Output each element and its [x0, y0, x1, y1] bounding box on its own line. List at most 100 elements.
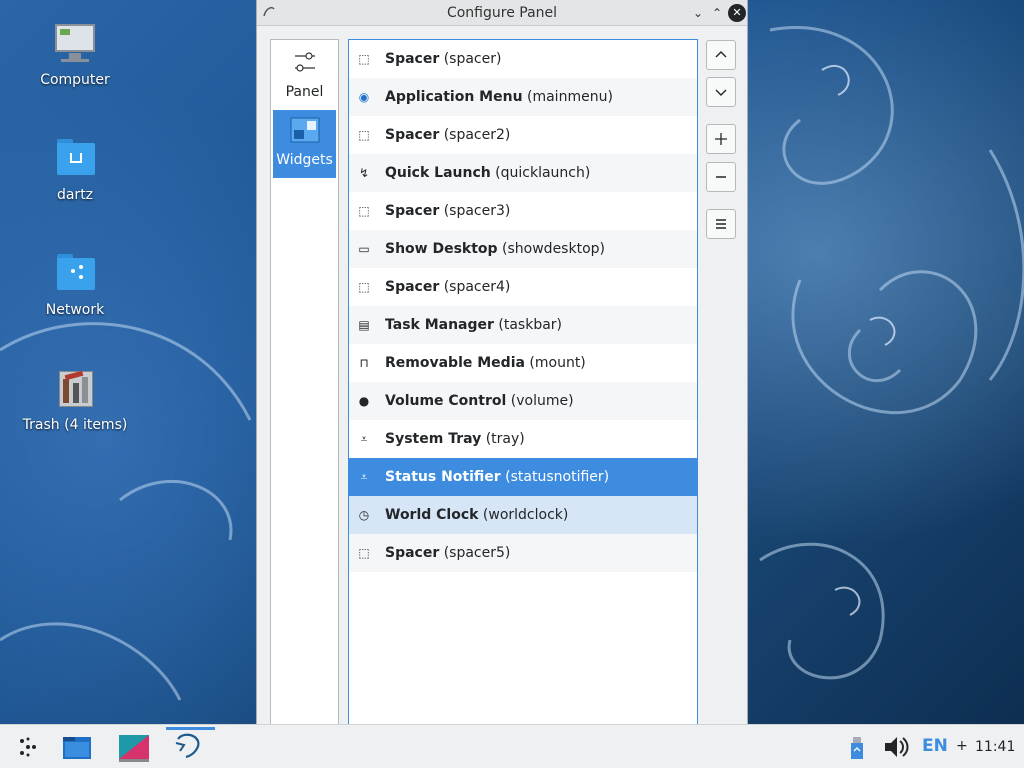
configure-panel-dialog: Configure Panel ⌄ ⌃ ✕ Panel Widgets ⬚ Spa… [256, 0, 748, 724]
sidebar-item-label: Widgets [276, 152, 333, 168]
kde-app-launcher[interactable] [117, 731, 151, 763]
active-task-indicator [166, 727, 215, 730]
widget-id: (spacer5) [443, 545, 511, 561]
widget-id: (quicklaunch) [495, 165, 591, 181]
desktop-icon-label: Network [45, 302, 105, 318]
widget-row[interactable]: ⬚ Spacer (spacer) [349, 40, 697, 78]
widget-id: (statusnotifier) [505, 469, 610, 485]
folder-icon [63, 737, 91, 759]
application-menu-icon [20, 737, 36, 757]
widget-name: Status Notifier [385, 469, 501, 485]
task-manager-icon: ▤ [358, 318, 370, 332]
widget-row[interactable]: ⬚ Spacer (spacer2) [349, 116, 697, 154]
close-button[interactable]: ✕ [728, 4, 746, 22]
desktop-icon-trash[interactable]: Trash (4 items) [15, 367, 135, 433]
widget-name: Quick Launch [385, 165, 491, 181]
taskbar: EN + 11:41 [0, 724, 1024, 768]
desktop-icon-network[interactable]: Network [15, 252, 135, 318]
desktop-icon-home[interactable]: dartz [15, 137, 135, 203]
widget-row[interactable]: ● Volume Control (volume) [349, 382, 697, 420]
widgets-icon [290, 117, 319, 143]
application-menu-icon: ◉ [358, 90, 370, 104]
widget-name: Application Menu [385, 89, 523, 105]
widget-list[interactable]: ⬚ Spacer (spacer) ◉ Application Menu (mainm… [348, 39, 698, 724]
configure-panel-task-icon [175, 733, 200, 759]
quick-launch-icon: ↯ [358, 166, 370, 180]
keyboard-layout-indicator[interactable]: EN [922, 736, 948, 756]
show-desktop-icon: ▭ [358, 242, 370, 256]
home-folder-icon [51, 137, 99, 181]
widget-name: Spacer [385, 51, 440, 67]
computer-icon [51, 22, 99, 66]
desktop-icon-label: Trash (4 items) [22, 417, 128, 433]
widget-name: World Clock [385, 507, 479, 523]
panel-settings-icon [294, 52, 315, 72]
removable-media-tray[interactable] [848, 731, 868, 763]
minimize-button[interactable]: ⌄ [689, 4, 707, 22]
widget-row[interactable]: ⬚ Spacer (spacer4) [349, 268, 697, 306]
application-menu-button[interactable] [14, 731, 42, 763]
widget-name: Spacer [385, 203, 440, 219]
widget-name: Task Manager [385, 317, 494, 333]
desktop-icon-label: Computer [40, 72, 110, 88]
spacer-icon: ⬚ [358, 546, 370, 560]
sidebar-item-panel[interactable]: Panel [271, 40, 338, 108]
widget-id: (spacer4) [443, 279, 511, 295]
trash-icon [51, 367, 99, 411]
widget-row[interactable]: ▤ Task Manager (taskbar) [349, 306, 697, 344]
widget-id: (spacer3) [443, 203, 511, 219]
widget-id: (taskbar) [498, 317, 563, 333]
move-up-button[interactable] [706, 40, 736, 70]
widget-id: (mainmenu) [527, 89, 613, 105]
status-notifier-icon: ⩡ [360, 470, 368, 484]
widget-id: (showdesktop) [502, 241, 605, 257]
widget-row[interactable]: ◉ Application Menu (mainmenu) [349, 78, 697, 116]
maximize-button[interactable]: ⌃ [708, 4, 726, 22]
window-title: Configure Panel [446, 5, 558, 21]
spacer-icon: ⬚ [358, 52, 370, 66]
volume-control-icon: ● [358, 394, 370, 408]
volume-tray[interactable] [882, 731, 910, 763]
desktop-icon-computer[interactable]: Computer [15, 22, 135, 88]
widget-row[interactable]: ⊓ Removable Media (mount) [349, 344, 697, 382]
window-titlebar[interactable]: Configure Panel ⌄ ⌃ ✕ [257, 0, 747, 26]
widget-id: (spacer) [443, 51, 502, 67]
move-down-button[interactable] [706, 77, 736, 107]
clock[interactable]: 11:41 [975, 739, 1015, 755]
widget-id: (mount) [529, 355, 586, 371]
widget-name: Spacer [385, 279, 440, 295]
widget-menu-button[interactable] [706, 209, 736, 239]
spacer-icon: ⬚ [358, 204, 370, 218]
speaker-icon [885, 737, 909, 757]
config-sidebar: Panel Widgets [270, 39, 339, 724]
chevron-down-icon [715, 89, 727, 96]
add-widget-button[interactable] [706, 124, 736, 154]
remove-widget-button[interactable] [706, 162, 736, 192]
widget-row[interactable]: ⬚ Spacer (spacer3) [349, 192, 697, 230]
sidebar-item-label: Panel [285, 84, 324, 100]
widget-row[interactable]: ▭ Show Desktop (showdesktop) [349, 230, 697, 268]
spacer-icon: ⬚ [358, 280, 370, 294]
worldclock-plus: + [956, 738, 968, 754]
system-tray-icon: ⩡ [360, 432, 368, 446]
widget-row[interactable]: ⩡ Status Notifier (statusnotifier) [349, 458, 697, 496]
plus-icon [715, 133, 727, 145]
widget-row[interactable]: ⩡ System Tray (tray) [349, 420, 697, 458]
window-menu-icon[interactable] [261, 4, 277, 20]
sidebar-item-widgets[interactable]: Widgets [273, 110, 336, 178]
chevron-up-icon [715, 51, 727, 58]
widget-id: (worldclock) [482, 507, 569, 523]
widget-id: (volume) [510, 393, 574, 409]
widget-name: Show Desktop [385, 241, 498, 257]
widget-row[interactable]: ⬚ Spacer (spacer5) [349, 534, 697, 572]
configure-panel-task[interactable] [172, 731, 206, 763]
widget-row[interactable]: ↯ Quick Launch (quicklaunch) [349, 154, 697, 192]
widget-row[interactable]: ◷ World Clock (worldclock) [349, 496, 697, 534]
hamburger-menu-icon [716, 219, 726, 229]
widget-name: Removable Media [385, 355, 525, 371]
widget-name: Spacer [385, 127, 440, 143]
desktop-icon-label: dartz [56, 187, 94, 203]
world-clock-icon: ◷ [358, 508, 370, 522]
widget-id: (tray) [485, 431, 525, 447]
file-manager-launcher[interactable] [61, 731, 93, 763]
